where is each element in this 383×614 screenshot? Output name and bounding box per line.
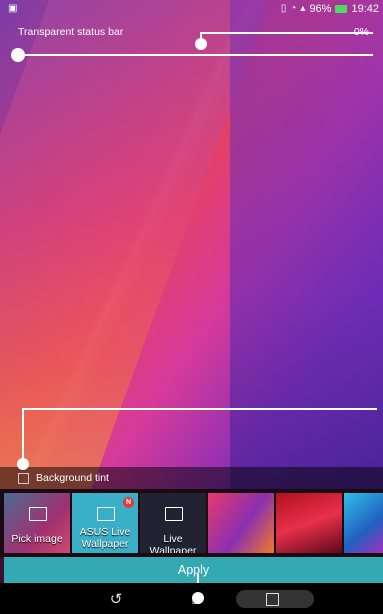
wallpaper-thumbnail[interactable] <box>208 493 274 553</box>
wallpaper-list: Pick image N ASUS Live Wallpaper Live Wa… <box>0 489 383 557</box>
callout-line <box>201 32 373 34</box>
transparent-status-bar-label: Transparent status bar <box>18 26 124 38</box>
wallpaper-thumbnail[interactable] <box>276 493 342 553</box>
callout-line <box>22 408 24 463</box>
pick-image-tile[interactable]: Pick image <box>4 493 70 553</box>
tile-label: ASUS Live Wallpaper <box>79 526 131 550</box>
asus-live-wallpaper-tile[interactable]: N ASUS Live Wallpaper <box>72 493 138 553</box>
new-badge: N <box>123 497 134 508</box>
image-icon <box>29 507 47 521</box>
background-tint-checkbox[interactable] <box>18 473 29 484</box>
background-tint-row[interactable]: Background tint <box>0 467 383 489</box>
background-tint-label: Background tint <box>36 472 109 484</box>
image-icon <box>97 507 115 521</box>
clock: 19:42 <box>351 3 379 15</box>
callout-dot <box>192 592 204 604</box>
wifi-icon: ◔ <box>290 3 297 14</box>
wallpaper-thumbnail[interactable] <box>344 493 383 553</box>
transparency-slider-track[interactable] <box>18 54 373 56</box>
wallpaper-preview <box>0 0 383 490</box>
battery-charging-icon <box>335 5 348 13</box>
callout-dot <box>17 458 29 470</box>
back-icon[interactable]: ↺ <box>96 587 136 611</box>
tile-label: Pick image <box>11 533 63 545</box>
live-wallpaper-tile[interactable]: Live Wallpaper <box>140 493 206 553</box>
vibrate-icon: ▯ <box>280 3 287 14</box>
sim-icon: ▴ <box>300 3 306 14</box>
transparency-slider-thumb[interactable] <box>11 48 25 62</box>
image-icon <box>165 507 183 521</box>
status-bar: ▣ ▯ ◔ ▴ 96% 19:42 <box>0 0 383 18</box>
battery-percent: 96% <box>309 3 332 15</box>
callout-dot <box>195 38 207 50</box>
callout-line <box>22 408 377 410</box>
image-icon: ▣ <box>8 3 18 14</box>
recents-icon[interactable] <box>252 587 292 611</box>
apply-button[interactable]: Apply <box>4 557 383 583</box>
tile-label: Live Wallpaper <box>149 533 197 553</box>
